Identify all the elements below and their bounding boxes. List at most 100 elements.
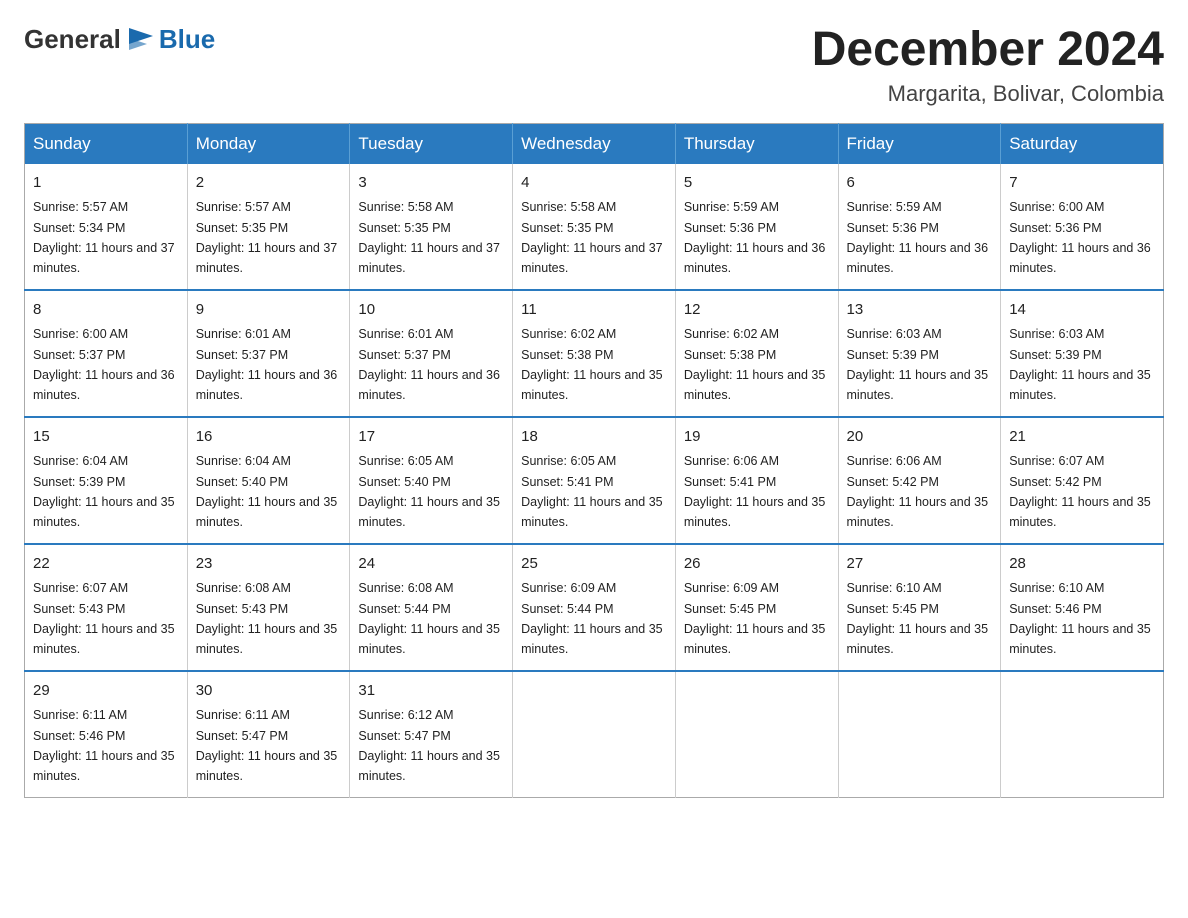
title-area: December 2024 Margarita, Bolivar, Colomb… — [812, 24, 1164, 107]
day-number: 26 — [684, 553, 830, 576]
day-info: Sunrise: 6:02 AMSunset: 5:38 PMDaylight:… — [684, 327, 826, 402]
calendar-cell: 25 Sunrise: 6:09 AMSunset: 5:44 PMDayligh… — [513, 544, 676, 671]
calendar-cell — [675, 671, 838, 798]
calendar-week-row: 22 Sunrise: 6:07 AMSunset: 5:43 PMDayligh… — [25, 544, 1164, 671]
calendar-header-sunday: Sunday — [25, 123, 188, 164]
day-info: Sunrise: 6:08 AMSunset: 5:43 PMDaylight:… — [196, 581, 338, 656]
day-info: Sunrise: 6:11 AMSunset: 5:46 PMDaylight:… — [33, 708, 175, 783]
day-number: 20 — [847, 426, 993, 449]
day-info: Sunrise: 5:58 AMSunset: 5:35 PMDaylight:… — [521, 200, 663, 275]
day-number: 2 — [196, 172, 342, 195]
calendar-cell: 11Sunrise: 6:02 AMSunset: 5:38 PMDayligh… — [513, 290, 676, 417]
calendar-cell: 21Sunrise: 6:07 AMSunset: 5:42 PMDayligh… — [1001, 417, 1164, 544]
day-number: 28 — [1009, 553, 1155, 576]
day-number: 4 — [521, 172, 667, 195]
day-info: Sunrise: 6:06 AMSunset: 5:42 PMDaylight:… — [847, 454, 989, 529]
day-number: 21 — [1009, 426, 1155, 449]
calendar-cell: 29 Sunrise: 6:11 AMSunset: 5:46 PMDayligh… — [25, 671, 188, 798]
calendar-cell: 8 Sunrise: 6:00 AMSunset: 5:37 PMDaylight… — [25, 290, 188, 417]
calendar-cell: 22 Sunrise: 6:07 AMSunset: 5:43 PMDayligh… — [25, 544, 188, 671]
logo-general: General — [24, 24, 121, 55]
calendar-cell: 10 Sunrise: 6:01 AMSunset: 5:37 PMDayligh… — [350, 290, 513, 417]
calendar-cell: 4 Sunrise: 5:58 AMSunset: 5:35 PMDaylight… — [513, 164, 676, 290]
calendar-cell — [513, 671, 676, 798]
day-info: Sunrise: 6:03 AMSunset: 5:39 PMDaylight:… — [847, 327, 989, 402]
day-number: 13 — [847, 299, 993, 322]
day-info: Sunrise: 6:10 AMSunset: 5:46 PMDaylight:… — [1009, 581, 1151, 656]
day-number: 27 — [847, 553, 993, 576]
logo-flag-icon — [127, 26, 155, 54]
day-number: 5 — [684, 172, 830, 195]
day-info: Sunrise: 5:57 AMSunset: 5:35 PMDaylight:… — [196, 200, 338, 275]
calendar-cell: 15Sunrise: 6:04 AMSunset: 5:39 PMDayligh… — [25, 417, 188, 544]
calendar-cell — [1001, 671, 1164, 798]
day-info: Sunrise: 6:05 AMSunset: 5:41 PMDaylight:… — [521, 454, 663, 529]
calendar-cell: 7Sunrise: 6:00 AMSunset: 5:36 PMDaylight… — [1001, 164, 1164, 290]
day-info: Sunrise: 5:58 AMSunset: 5:35 PMDaylight:… — [358, 200, 500, 275]
calendar-cell: 16Sunrise: 6:04 AMSunset: 5:40 PMDayligh… — [187, 417, 350, 544]
location: Margarita, Bolivar, Colombia — [812, 81, 1164, 107]
calendar-cell: 19Sunrise: 6:06 AMSunset: 5:41 PMDayligh… — [675, 417, 838, 544]
day-number: 31 — [358, 680, 504, 703]
day-number: 30 — [196, 680, 342, 703]
day-info: Sunrise: 6:01 AMSunset: 5:37 PMDaylight:… — [358, 327, 500, 402]
day-info: Sunrise: 6:11 AMSunset: 5:47 PMDaylight:… — [196, 708, 338, 783]
day-info: Sunrise: 6:10 AMSunset: 5:45 PMDaylight:… — [847, 581, 989, 656]
calendar-week-row: 8 Sunrise: 6:00 AMSunset: 5:37 PMDaylight… — [25, 290, 1164, 417]
day-info: Sunrise: 6:02 AMSunset: 5:38 PMDaylight:… — [521, 327, 663, 402]
day-number: 29 — [33, 680, 179, 703]
calendar-cell: 23Sunrise: 6:08 AMSunset: 5:43 PMDayligh… — [187, 544, 350, 671]
calendar-week-row: 15Sunrise: 6:04 AMSunset: 5:39 PMDayligh… — [25, 417, 1164, 544]
day-info: Sunrise: 6:01 AMSunset: 5:37 PMDaylight:… — [196, 327, 338, 402]
calendar-cell: 5 Sunrise: 5:59 AMSunset: 5:36 PMDaylight… — [675, 164, 838, 290]
day-info: Sunrise: 6:09 AMSunset: 5:45 PMDaylight:… — [684, 581, 826, 656]
calendar-header-monday: Monday — [187, 123, 350, 164]
day-info: Sunrise: 6:07 AMSunset: 5:43 PMDaylight:… — [33, 581, 175, 656]
calendar-cell: 2 Sunrise: 5:57 AMSunset: 5:35 PMDaylight… — [187, 164, 350, 290]
day-info: Sunrise: 5:59 AMSunset: 5:36 PMDaylight:… — [847, 200, 989, 275]
day-info: Sunrise: 6:00 AMSunset: 5:37 PMDaylight:… — [33, 327, 175, 402]
calendar-cell: 27 Sunrise: 6:10 AMSunset: 5:45 PMDayligh… — [838, 544, 1001, 671]
day-number: 6 — [847, 172, 993, 195]
day-number: 10 — [358, 299, 504, 322]
calendar-cell: 20 Sunrise: 6:06 AMSunset: 5:42 PMDayligh… — [838, 417, 1001, 544]
day-number: 15 — [33, 426, 179, 449]
calendar-cell: 18 Sunrise: 6:05 AMSunset: 5:41 PMDayligh… — [513, 417, 676, 544]
calendar-table: SundayMondayTuesdayWednesdayThursdayFrid… — [24, 123, 1164, 798]
calendar-cell: 30 Sunrise: 6:11 AMSunset: 5:47 PMDayligh… — [187, 671, 350, 798]
logo: General Blue — [24, 24, 215, 55]
calendar-header-wednesday: Wednesday — [513, 123, 676, 164]
day-info: Sunrise: 6:03 AMSunset: 5:39 PMDaylight:… — [1009, 327, 1151, 402]
calendar-cell: 31Sunrise: 6:12 AMSunset: 5:47 PMDayligh… — [350, 671, 513, 798]
day-number: 1 — [33, 172, 179, 195]
day-number: 19 — [684, 426, 830, 449]
calendar-cell: 9 Sunrise: 6:01 AMSunset: 5:37 PMDaylight… — [187, 290, 350, 417]
day-number: 24 — [358, 553, 504, 576]
calendar-week-row: 29 Sunrise: 6:11 AMSunset: 5:46 PMDayligh… — [25, 671, 1164, 798]
calendar-header-thursday: Thursday — [675, 123, 838, 164]
day-number: 12 — [684, 299, 830, 322]
day-number: 17 — [358, 426, 504, 449]
calendar-header-row: SundayMondayTuesdayWednesdayThursdayFrid… — [25, 123, 1164, 164]
calendar-cell: 3 Sunrise: 5:58 AMSunset: 5:35 PMDaylight… — [350, 164, 513, 290]
calendar-cell — [838, 671, 1001, 798]
day-info: Sunrise: 6:04 AMSunset: 5:40 PMDaylight:… — [196, 454, 338, 529]
calendar-cell: 1 Sunrise: 5:57 AMSunset: 5:34 PMDaylight… — [25, 164, 188, 290]
calendar-header-friday: Friday — [838, 123, 1001, 164]
day-number: 18 — [521, 426, 667, 449]
day-number: 9 — [196, 299, 342, 322]
day-number: 25 — [521, 553, 667, 576]
calendar-cell: 13 Sunrise: 6:03 AMSunset: 5:39 PMDayligh… — [838, 290, 1001, 417]
day-info: Sunrise: 6:09 AMSunset: 5:44 PMDaylight:… — [521, 581, 663, 656]
day-number: 22 — [33, 553, 179, 576]
day-info: Sunrise: 5:59 AMSunset: 5:36 PMDaylight:… — [684, 200, 826, 275]
day-number: 8 — [33, 299, 179, 322]
day-number: 14 — [1009, 299, 1155, 322]
day-info: Sunrise: 6:05 AMSunset: 5:40 PMDaylight:… — [358, 454, 500, 529]
day-info: Sunrise: 5:57 AMSunset: 5:34 PMDaylight:… — [33, 200, 175, 275]
calendar-cell: 14 Sunrise: 6:03 AMSunset: 5:39 PMDayligh… — [1001, 290, 1164, 417]
calendar-week-row: 1 Sunrise: 5:57 AMSunset: 5:34 PMDaylight… — [25, 164, 1164, 290]
calendar-cell: 26 Sunrise: 6:09 AMSunset: 5:45 PMDayligh… — [675, 544, 838, 671]
day-number: 3 — [358, 172, 504, 195]
day-number: 7 — [1009, 172, 1155, 195]
